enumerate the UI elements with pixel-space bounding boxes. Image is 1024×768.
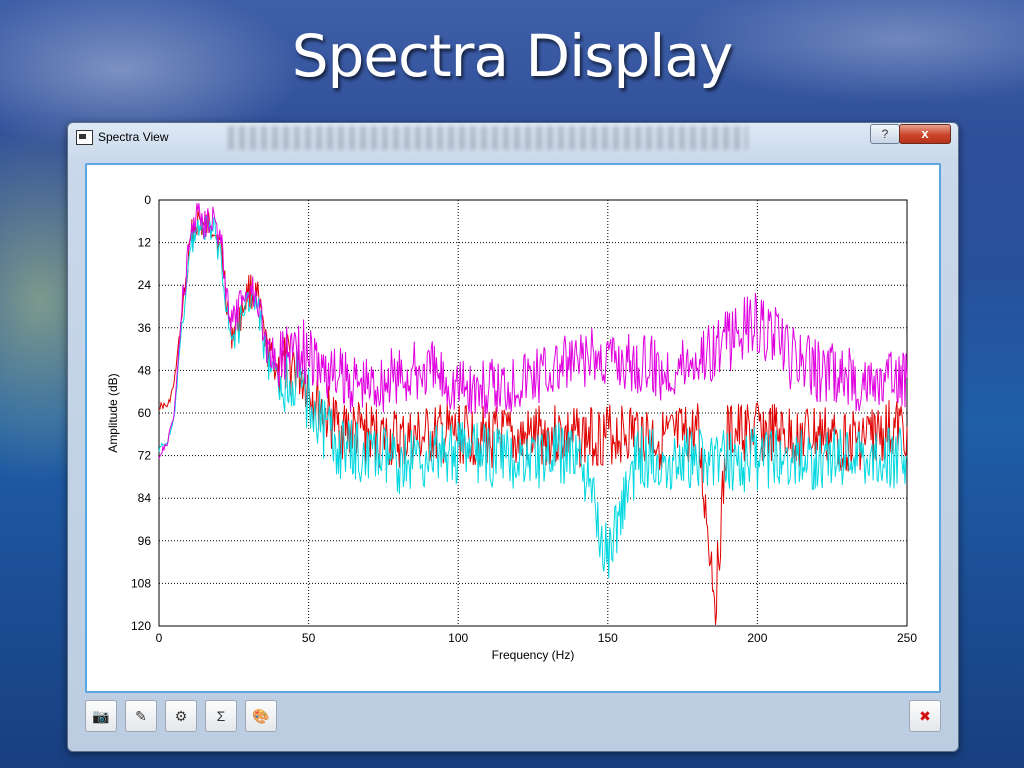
y-tick-label: 60 (138, 406, 152, 420)
y-tick-label: 0 (144, 193, 151, 207)
y-tick-label: 108 (131, 576, 151, 590)
palette-icon: 🎨 (252, 708, 270, 724)
edit-button[interactable]: ✎ (125, 700, 157, 732)
x-tick-label: 250 (897, 631, 917, 645)
x-axis-label: Frequency (Hz) (492, 648, 575, 662)
window-close-button[interactable]: x (899, 124, 951, 144)
plot-area (158, 199, 908, 627)
window-title: Spectra View (98, 130, 169, 144)
x-tick-label: 100 (448, 631, 468, 645)
x-tick-label: 200 (747, 631, 767, 645)
app-icon (76, 130, 93, 145)
y-tick-label: 120 (131, 619, 151, 633)
y-tick-label: 12 (138, 236, 152, 250)
bottom-toolbar: 📷 ✎ ⚙ Σ 🎨 ✖ (68, 693, 958, 745)
titlebar-background (228, 126, 748, 150)
window-titlebar[interactable]: Spectra View ? x (68, 123, 958, 151)
x-tick-label: 50 (302, 631, 316, 645)
close-icon: ✖ (919, 708, 931, 724)
y-tick-label: 96 (138, 534, 152, 548)
x-tick-label: 150 (598, 631, 618, 645)
chart-panel: 0 50 100 150 200 250 0 12 24 36 48 60 72 84 96 108 120 F… (85, 163, 941, 693)
y-tick-label: 24 (138, 278, 152, 292)
edit-icon: ✎ (135, 708, 147, 724)
spectra-chart: 0 50 100 150 200 250 0 12 24 36 48 60 72 84 96 108 120 F… (106, 193, 917, 662)
camera-button[interactable]: 📷 (85, 700, 117, 732)
y-tick-label: 36 (138, 321, 152, 335)
close-view-button[interactable]: ✖ (909, 700, 941, 732)
x-tick-label: 0 (156, 631, 163, 645)
palette-button[interactable]: 🎨 (245, 700, 277, 732)
sigma-button[interactable]: Σ (205, 700, 237, 732)
sigma-icon: Σ (216, 708, 226, 724)
y-tick-label: 48 (138, 363, 152, 377)
y-tick-label: 84 (138, 491, 152, 505)
help-button[interactable]: ? (870, 124, 900, 144)
camera-icon: 📷 (92, 708, 110, 724)
y-tick-label: 72 (138, 449, 152, 463)
chart-settings-icon: ⚙ (174, 708, 188, 724)
slide-title: Spectra Display (291, 22, 734, 90)
chart-settings-button[interactable]: ⚙ (165, 700, 197, 732)
y-axis-label: Amplitude (dB) (106, 373, 120, 452)
spectra-view-window: Spectra View ? x 0 50 100 150 200 250 0 12 24 36 4… (67, 122, 959, 752)
